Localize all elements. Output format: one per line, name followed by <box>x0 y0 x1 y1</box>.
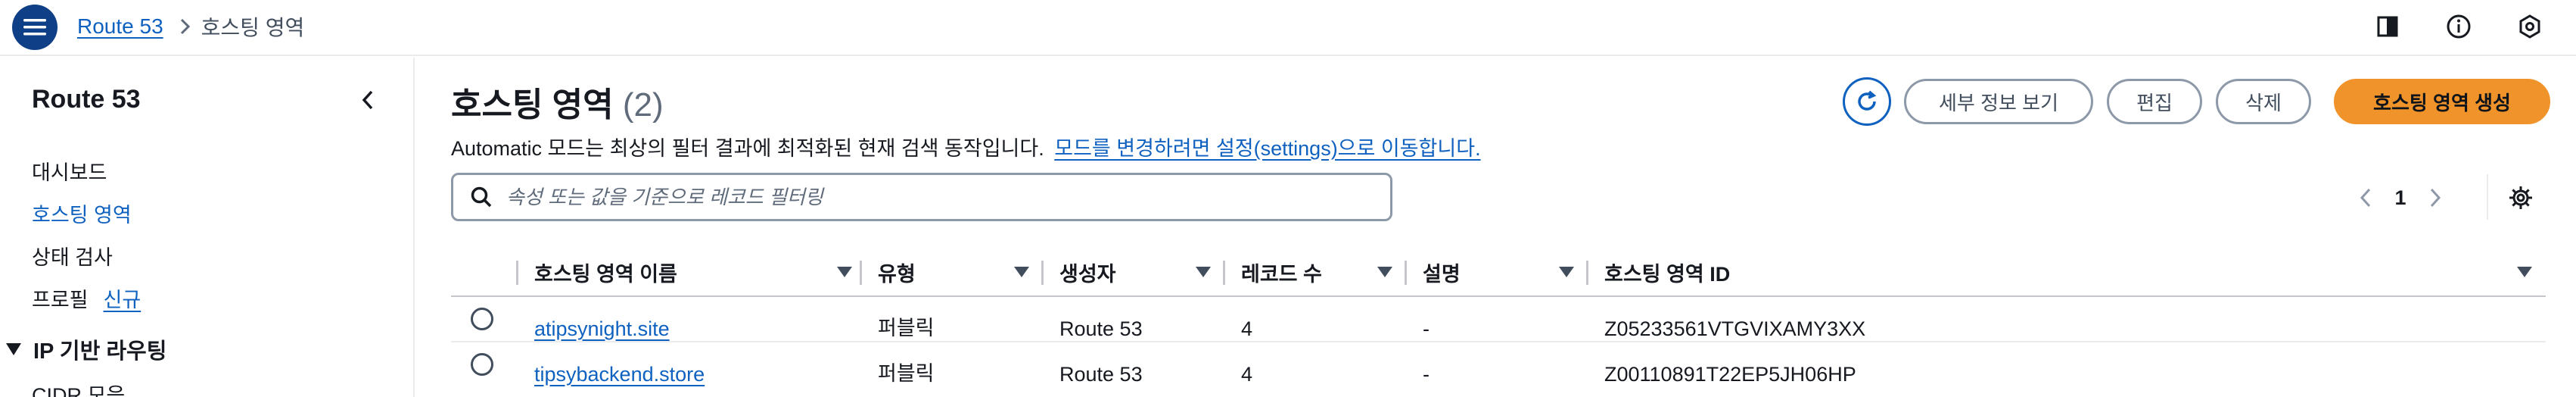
pagination-divider <box>2487 174 2488 220</box>
sort-icon <box>1377 267 1392 277</box>
page-number[interactable]: 1 <box>2381 186 2420 210</box>
column-separator <box>516 261 518 285</box>
search-mode-text: Automatic 모드는 최상의 필터 결과에 최적화된 현재 검색 동작입니… <box>451 137 1044 160</box>
column-separator <box>860 261 862 285</box>
filter-search-input[interactable] <box>506 185 1339 209</box>
table-header: 호스팅 영역 이름 유형 생성자 레코드 수 설명 호스팅 영역 ID <box>451 249 2546 297</box>
table-cell-record-count: 4 <box>1241 363 1253 386</box>
table-row[interactable]: tipsybackend.store 퍼블릭 Route 53 4 - Z001… <box>451 344 2546 388</box>
new-badge[interactable]: 신규 <box>104 289 142 311</box>
column-header-type[interactable]: 유형 <box>878 249 1037 295</box>
sidebar-section-label: IP 기반 라우팅 <box>33 339 167 364</box>
table-cell-hosted-zone-id: Z00110891T22EP5JH06HP <box>1604 363 1856 386</box>
table-cell-type: 퍼블릭 <box>878 362 935 385</box>
main-content: 호스팅 영역 (2) Automatic 모드는 최상의 필터 결과에 최적화된… <box>416 58 2576 397</box>
table-cell-record-count: 4 <box>1241 317 1253 340</box>
sort-icon <box>1559 267 1574 277</box>
view-details-button[interactable]: 세부 정보 보기 <box>1904 79 2093 124</box>
sidebar-item-profiles[interactable]: 프로필 신규 <box>32 283 141 313</box>
gear-icon[interactable] <box>2502 179 2540 217</box>
column-separator <box>1223 261 1225 285</box>
menu-icon[interactable] <box>12 5 58 50</box>
sidebar-section-ip-routing[interactable]: IP 기반 라우팅 <box>6 333 166 365</box>
create-hosted-zone-button[interactable]: 호스팅 영역 생성 <box>2334 79 2550 124</box>
chevron-right-icon[interactable] <box>2420 179 2450 217</box>
refresh-icon <box>1858 90 1877 111</box>
column-header-label: 레코드 수 <box>1241 262 1322 286</box>
table-cell-type: 퍼블릭 <box>878 317 935 339</box>
column-header-label: 호스팅 영역 이름 <box>534 262 677 286</box>
sidebar-item-hosted-zones[interactable]: 호스팅 영역 <box>32 198 132 228</box>
sort-icon <box>1014 267 1029 277</box>
panel-toggle-icon[interactable] <box>2370 9 2405 44</box>
column-header-created-by[interactable]: 생성자 <box>1059 249 1218 295</box>
chevron-right-icon <box>180 18 191 35</box>
sidebar-item-dashboard[interactable]: 대시보드 <box>32 156 107 186</box>
hexagon-settings-icon[interactable] <box>2512 9 2547 44</box>
sidebar: Route 53 대시보드 호스팅 영역 상태 검사 프로필 신규 IP 기반 라… <box>0 58 415 397</box>
table-cell-description: - <box>1423 317 1430 340</box>
sidebar-item-label: 프로필 <box>32 289 89 311</box>
filter-search-box[interactable] <box>451 173 1392 221</box>
column-separator <box>1405 261 1407 285</box>
sort-icon <box>2517 267 2532 277</box>
page-title: 호스팅 영역 (2) <box>451 77 664 126</box>
column-separator <box>1041 261 1044 285</box>
column-header-label: 호스팅 영역 ID <box>1604 262 1731 286</box>
chevron-left-icon[interactable] <box>2350 179 2381 217</box>
edit-button[interactable]: 편집 <box>2107 79 2202 124</box>
column-separator <box>1586 261 1588 285</box>
sort-icon <box>837 267 852 277</box>
search-mode-settings-link[interactable]: 모드를 변경하려면 설정(settings)으로 이동합니다. <box>1054 137 1480 160</box>
table-cell-created-by: Route 53 <box>1059 363 1143 386</box>
table-cell-created-by: Route 53 <box>1059 317 1143 340</box>
search-icon <box>470 186 493 208</box>
column-header-hosted-zone-id[interactable]: 호스팅 영역 ID <box>1604 249 2543 295</box>
table-cell-hosted-zone-id: Z05233561VTGVIXAMY3XX <box>1604 317 1866 340</box>
refresh-button[interactable] <box>1843 77 1891 126</box>
top-navigation-bar: Route 53 호스팅 영역 <box>0 0 2576 56</box>
hosted-zone-name-link[interactable]: tipsybackend.store <box>534 344 705 388</box>
page-title-count: (2) <box>622 86 664 123</box>
breadcrumb-current: 호스팅 영역 <box>201 16 305 39</box>
column-header-description[interactable]: 설명 <box>1423 249 1582 295</box>
column-header-record-count[interactable]: 레코드 수 <box>1241 249 1400 295</box>
breadcrumb-route53-link[interactable]: Route 53 <box>77 14 163 39</box>
pagination: 1 <box>2350 179 2450 217</box>
delete-button[interactable]: 삭제 <box>2216 79 2311 124</box>
search-mode-info: Automatic 모드는 최상의 필터 결과에 최적화된 현재 검색 동작입니… <box>451 132 1481 161</box>
breadcrumb: Route 53 호스팅 영역 <box>77 0 304 53</box>
sidebar-item-cidr-collections[interactable]: CIDR 모음 <box>32 379 125 397</box>
caret-down-icon <box>6 343 21 355</box>
chevron-left-icon[interactable] <box>353 83 383 117</box>
table-cell-description: - <box>1423 363 1430 386</box>
info-icon[interactable] <box>2441 9 2476 44</box>
row-select-radio[interactable] <box>471 353 493 376</box>
column-header-label: 생성자 <box>1059 262 1116 286</box>
row-select-radio[interactable] <box>471 308 493 330</box>
hosted-zone-name-link[interactable]: atipsynight.site <box>534 299 670 342</box>
column-header-label: 유형 <box>878 262 916 286</box>
column-header-name[interactable]: 호스팅 영역 이름 <box>534 249 860 295</box>
page-title-text: 호스팅 영역 <box>451 86 614 123</box>
column-header-label: 설명 <box>1423 262 1461 286</box>
sidebar-item-health-checks[interactable]: 상태 검사 <box>32 241 113 270</box>
sort-icon <box>1196 267 1211 277</box>
table-row[interactable]: atipsynight.site 퍼블릭 Route 53 4 - Z05233… <box>451 299 2546 342</box>
sidebar-title: Route 53 <box>32 85 141 114</box>
